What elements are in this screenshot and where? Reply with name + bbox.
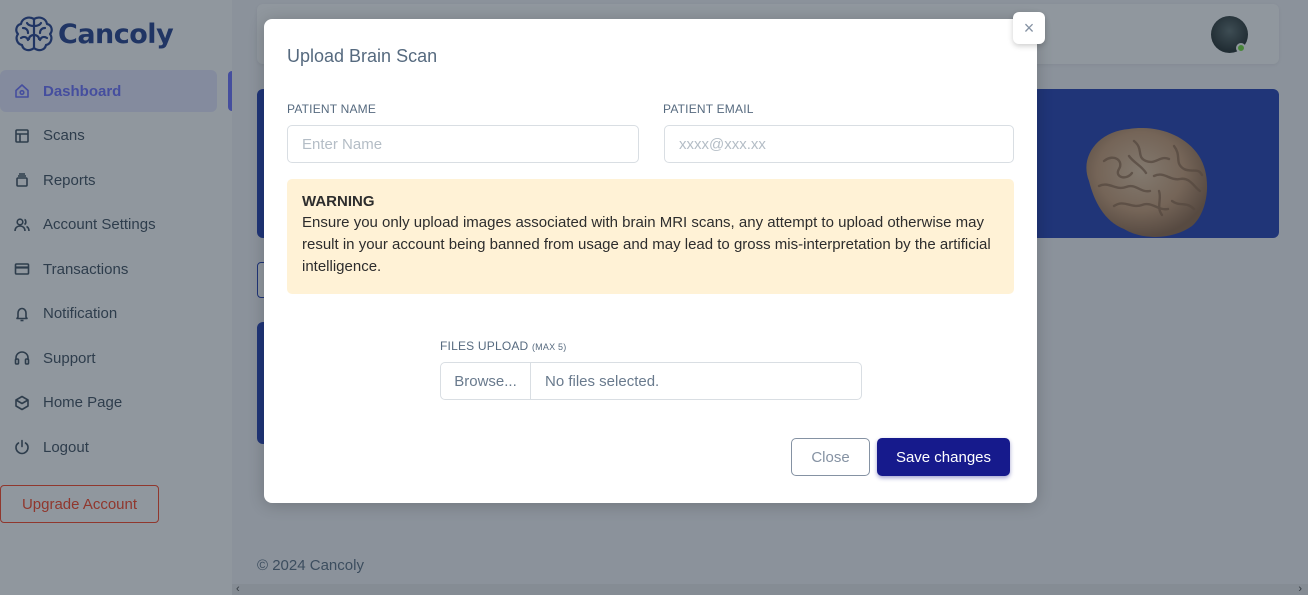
patient-email-label: PATIENT EMAIL	[663, 102, 754, 116]
patient-name-input[interactable]	[287, 125, 639, 163]
files-upload-label: FILES UPLOAD (MAX 5)	[440, 339, 566, 353]
close-icon[interactable]: ×	[1013, 12, 1045, 44]
save-changes-button[interactable]: Save changes	[877, 438, 1010, 476]
warning-alert: WARNING Ensure you only upload images as…	[287, 179, 1014, 294]
close-button[interactable]: Close	[791, 438, 870, 476]
patient-email-input[interactable]	[664, 125, 1014, 163]
patient-name-label: PATIENT NAME	[287, 102, 377, 116]
files-upload-hint: (MAX 5)	[531, 342, 567, 352]
browse-button[interactable]: Browse...	[441, 363, 531, 399]
warning-text: Ensure you only upload images associated…	[302, 214, 991, 275]
files-upload-label-text: FILES UPLOAD	[440, 339, 529, 353]
modal-title: Upload Brain Scan	[287, 46, 438, 66]
file-upload-input[interactable]: Browse... No files selected.	[440, 362, 862, 400]
warning-title: WARNING	[302, 193, 375, 210]
upload-brain-scan-modal: × Upload Brain Scan PATIENT NAME PATIENT…	[264, 12, 1045, 503]
file-status-text: No files selected.	[545, 372, 660, 390]
